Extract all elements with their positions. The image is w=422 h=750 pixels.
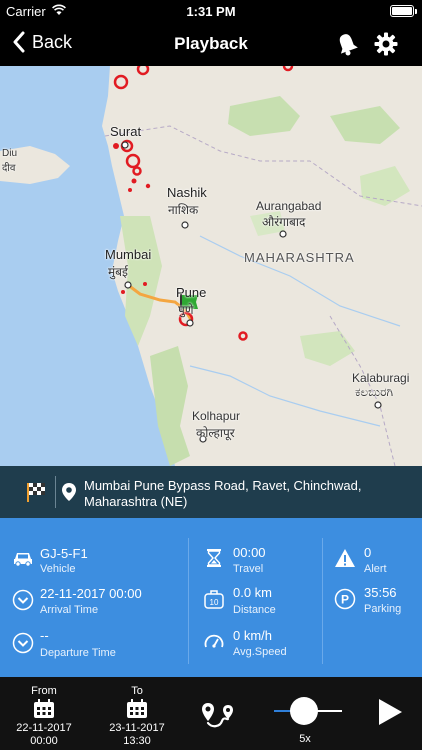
route-icon[interactable] <box>200 701 236 729</box>
speed-slider-thumb[interactable] <box>289 697 318 725</box>
alert-value: 0 <box>364 545 372 560</box>
svg-text:10: 10 <box>210 598 219 607</box>
map-label-nashik-local: नाशिक <box>168 203 199 217</box>
gear-icon[interactable] <box>374 32 398 56</box>
from-label: From <box>31 685 57 697</box>
map-label-aurangabad: Aurangabad <box>256 199 322 213</box>
nav-bar: Back Playback <box>0 22 422 66</box>
divider <box>55 476 56 508</box>
from-date: 22-11-2017 <box>16 722 72 734</box>
map-label-pune: Pune <box>176 285 207 300</box>
map-label-mumbai: Mumbai <box>105 247 152 262</box>
parking-value: 35:56 <box>364 585 397 600</box>
to-time: 13:30 <box>123 735 151 747</box>
trip-stats-panel: GJ-5-F1 Vehicle 22-11-2017 00:00 Arrival… <box>0 518 422 677</box>
arrival-time-label: Arrival Time <box>40 604 99 616</box>
map-label-kolhapur-local: कोल्हापूर <box>196 426 235 440</box>
departure-chevron-down-icon <box>12 632 34 654</box>
map-label-kolhapur: Kolhapur <box>192 409 241 423</box>
play-icon[interactable] <box>376 697 404 727</box>
alert-label: Alert <box>364 563 387 575</box>
status-bar: Carrier 1:31 PM <box>0 0 422 22</box>
map-label-diu-local: दीव <box>2 163 16 174</box>
playback-speed-label: 5x <box>299 733 311 745</box>
from-time: 00:00 <box>30 735 58 747</box>
distance-label: Distance <box>233 604 276 616</box>
departure-time-label: Departure Time <box>40 647 116 659</box>
address-bar: Mumbai Pune Bypass Road, Ravet, Chinchwa… <box>0 466 422 518</box>
divider <box>188 538 189 664</box>
battery-icon <box>390 5 417 17</box>
divider <box>322 538 323 664</box>
map-view[interactable]: Surat Diu दीव Nashik नाशिक Aurangabad और… <box>0 66 422 466</box>
to-label: To <box>131 685 143 697</box>
current-address: Mumbai Pune Bypass Road, Ravet, Chinchwa… <box>84 478 362 509</box>
map-label-nashik: Nashik <box>167 185 207 200</box>
avg-speed-value: 0 km/h <box>233 628 273 643</box>
odometer-icon: 10 <box>204 590 224 609</box>
departure-time-value: -- <box>40 628 49 643</box>
travel-label: Travel <box>233 563 264 575</box>
car-icon <box>14 553 32 567</box>
playback-controls: From 22-11-2017 00:00 To 23-11-2017 13:3… <box>0 677 422 750</box>
travel-value: 00:00 <box>233 545 266 560</box>
svg-text:P: P <box>341 593 349 607</box>
map-label-surat: Surat <box>110 124 142 139</box>
page-title: Playback <box>174 34 248 53</box>
map-label-kalaburagi-local: ಕಲಬುರಗಿ <box>355 385 394 399</box>
speedometer-icon <box>204 634 224 648</box>
avg-speed-label: Avg.Speed <box>233 646 287 658</box>
location-pin-icon <box>62 483 76 501</box>
bell-icon[interactable] <box>336 32 358 56</box>
map-label-maharashtra: MAHARASHTRA <box>244 250 355 265</box>
map-label-diu: Diu <box>2 148 18 159</box>
clock: 1:31 PM <box>186 4 236 19</box>
alert-icon <box>335 549 355 567</box>
hourglass-icon <box>207 549 221 567</box>
parking-icon: P <box>334 588 356 610</box>
parking-label: Parking <box>364 603 402 615</box>
arrival-chevron-down-icon <box>12 589 34 611</box>
vehicle-label: Vehicle <box>40 563 76 575</box>
map-canvas <box>0 66 422 466</box>
checkered-flag-icon <box>27 483 45 502</box>
arrival-time-value: 22-11-2017 00:00 <box>40 586 142 601</box>
calendar-icon <box>127 699 147 718</box>
map-label-mumbai-local: मुंबई <box>108 265 128 279</box>
map-label-kalaburagi: Kalaburagi <box>352 371 410 385</box>
distance-value: 0.0 km <box>233 585 273 600</box>
calendar-icon <box>34 699 54 718</box>
map-label-aurangabad-local: औरंगाबाद <box>262 215 306 229</box>
vehicle-value: GJ-5-F1 <box>40 546 88 561</box>
to-date: 23-11-2017 <box>109 722 165 734</box>
map-label-pune-local: पुणे <box>178 303 194 317</box>
